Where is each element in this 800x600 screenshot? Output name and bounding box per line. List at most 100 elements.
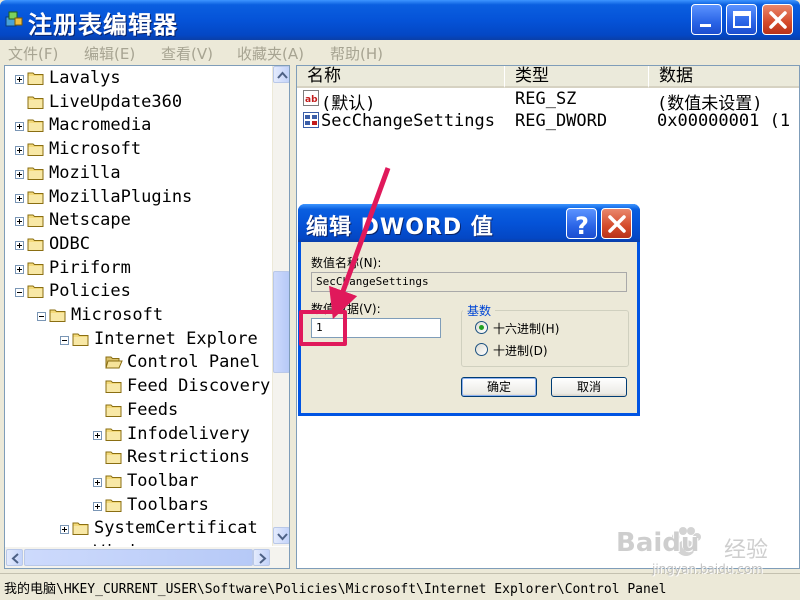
folder-icon <box>72 522 89 536</box>
tree-item[interactable]: SystemCertificat <box>5 517 273 541</box>
cancel-button[interactable]: 取消 <box>551 377 627 397</box>
folder-icon <box>105 499 122 512</box>
tree-item-label: ODBC <box>49 233 90 254</box>
expand-icon[interactable] <box>15 146 24 156</box>
tree-item-label: MozillaPlugins <box>49 186 193 207</box>
menu-favorites[interactable]: 收藏夹(A) <box>237 43 304 64</box>
expand-icon[interactable] <box>15 264 24 274</box>
title-bar[interactable]: 注册表编辑器 <box>0 0 800 40</box>
tree-horizontal-scrollbar[interactable] <box>5 547 289 568</box>
expand-icon[interactable] <box>15 169 24 179</box>
tree-item[interactable]: Lavalys <box>5 67 273 91</box>
decimal-radio-label[interactable]: 十进制(D) <box>493 342 548 359</box>
tree-item[interactable]: Wind <box>5 541 273 546</box>
hex-radio-label[interactable]: 十六进制(H) <box>493 320 559 337</box>
folder-icon <box>27 119 44 133</box>
tree-item[interactable]: Microsoft <box>5 138 273 162</box>
value-name-label: 数值名称(N): <box>311 256 382 270</box>
tree-item[interactable]: Mozilla <box>5 162 273 186</box>
baidu-watermark: Baidu 经验 jingyan.baidu.com <box>612 524 792 584</box>
tree-item-label: Control Panel <box>127 352 261 373</box>
tree-item[interactable]: Toolbar <box>5 470 273 494</box>
key-tree: Lavalys LiveUpdate360 Macromedia Microsoft M… <box>5 66 273 546</box>
scroll-thumb[interactable] <box>273 271 289 373</box>
tree-item[interactable]: LiveUpdate360 <box>5 91 273 115</box>
menu-edit[interactable]: 编辑(E) <box>84 43 135 64</box>
tree-item[interactable]: Toolbars <box>5 494 273 518</box>
expand-icon[interactable] <box>15 122 24 132</box>
scroll-right-button[interactable] <box>253 549 270 566</box>
folder-icon <box>49 309 66 322</box>
tree-item[interactable]: Infodelivery <box>5 423 273 447</box>
tree-vertical-scrollbar[interactable] <box>272 66 289 546</box>
key-tree-pane[interactable]: Lavalys LiveUpdate360 Macromedia Microsoft M… <box>4 65 290 569</box>
question-mark-icon: ? <box>575 212 589 240</box>
maximize-button[interactable] <box>726 4 757 35</box>
tree-item[interactable]: Policies <box>5 280 273 304</box>
tree-item[interactable]: Feeds <box>5 399 273 423</box>
menu-bar: 文件(F) 编辑(E) 查看(V) 收藏夹(A) 帮助(H) <box>0 40 800 64</box>
tree-item-label: Internet Explore <box>94 328 258 349</box>
tree-item[interactable]: Microsoft <box>5 304 273 328</box>
dword-value-icon <box>303 112 319 128</box>
ok-button[interactable]: 确定 <box>461 377 537 397</box>
expand-icon[interactable] <box>15 193 24 203</box>
close-button[interactable] <box>762 4 793 35</box>
value-data: 0x00000001 (1 <box>657 111 791 131</box>
scroll-down-button[interactable] <box>273 527 289 544</box>
scroll-up-button[interactable] <box>273 66 289 83</box>
tree-item-label: Microsoft <box>71 305 164 325</box>
expand-icon[interactable] <box>93 477 102 487</box>
scroll-left-button[interactable] <box>6 549 23 566</box>
registry-editor-app-icon <box>5 11 23 27</box>
expand-icon[interactable] <box>15 217 24 227</box>
expand-icon[interactable] <box>93 501 102 511</box>
folder-icon <box>105 451 122 465</box>
tree-item[interactable]: Macromedia <box>5 114 273 138</box>
expand-icon[interactable] <box>60 525 69 535</box>
help-button[interactable]: ? <box>566 208 597 240</box>
status-path: 我的电脑\HKEY_CURRENT_USER\Software\Policies… <box>4 582 667 597</box>
menu-file[interactable]: 文件(F) <box>8 43 58 64</box>
window-title: 注册表编辑器 <box>28 11 178 39</box>
svg-text:ab: ab <box>305 95 318 105</box>
tree-item[interactable]: MozillaPlugins <box>5 186 273 210</box>
folder-icon <box>105 380 122 394</box>
column-header-data[interactable]: 数据 <box>649 66 799 88</box>
expand-icon[interactable] <box>15 75 24 84</box>
collapse-icon[interactable] <box>60 335 69 345</box>
tree-item[interactable]: Restrictions <box>5 446 273 470</box>
tree-item[interactable]: Internet Explore <box>5 328 273 352</box>
collapse-icon[interactable] <box>37 312 46 321</box>
folder-icon <box>27 262 44 275</box>
tree-item-label: Restrictions <box>127 447 250 468</box>
decimal-radio[interactable] <box>475 343 488 356</box>
tree-item[interactable]: Netscape <box>5 209 273 233</box>
arrow-down-icon <box>277 533 288 541</box>
menu-help[interactable]: 帮助(H) <box>330 43 383 64</box>
tree-item-label: Feed Discovery <box>127 376 271 397</box>
expand-icon[interactable] <box>15 240 24 250</box>
tree-item-label: Piriform <box>49 257 131 278</box>
value-row-secchangesettings[interactable]: SecChangeSettings REG_DWORD 0x00000001 (… <box>297 110 799 132</box>
tree-item[interactable]: Control Panel <box>5 351 273 375</box>
tree-item[interactable]: Feed Discovery <box>5 375 273 399</box>
scroll-horizontal-thumb[interactable] <box>24 549 253 566</box>
column-header-type[interactable]: 类型 <box>505 66 649 88</box>
value-row-default[interactable]: ab (默认) REG_SZ (数值未设置) <box>297 88 799 114</box>
minimize-button[interactable] <box>691 4 722 35</box>
collapse-icon[interactable] <box>15 288 24 298</box>
hex-radio[interactable] <box>475 321 488 334</box>
tree-item-label: Toolbar <box>127 470 199 491</box>
tree-item[interactable]: Piriform <box>5 257 273 281</box>
expand-icon[interactable] <box>93 430 102 440</box>
dialog-title-bar[interactable]: 编辑 DWORD 值 ? <box>298 204 640 242</box>
folder-icon <box>27 191 44 204</box>
tree-item[interactable]: ODBC <box>5 233 273 257</box>
folder-icon <box>105 475 122 488</box>
value-name: SecChangeSettings <box>321 111 495 131</box>
menu-view[interactable]: 查看(V) <box>161 43 213 64</box>
dialog-close-button[interactable] <box>601 208 632 239</box>
arrow-left-icon <box>11 553 19 564</box>
column-header-name[interactable]: 名称 <box>297 66 505 88</box>
